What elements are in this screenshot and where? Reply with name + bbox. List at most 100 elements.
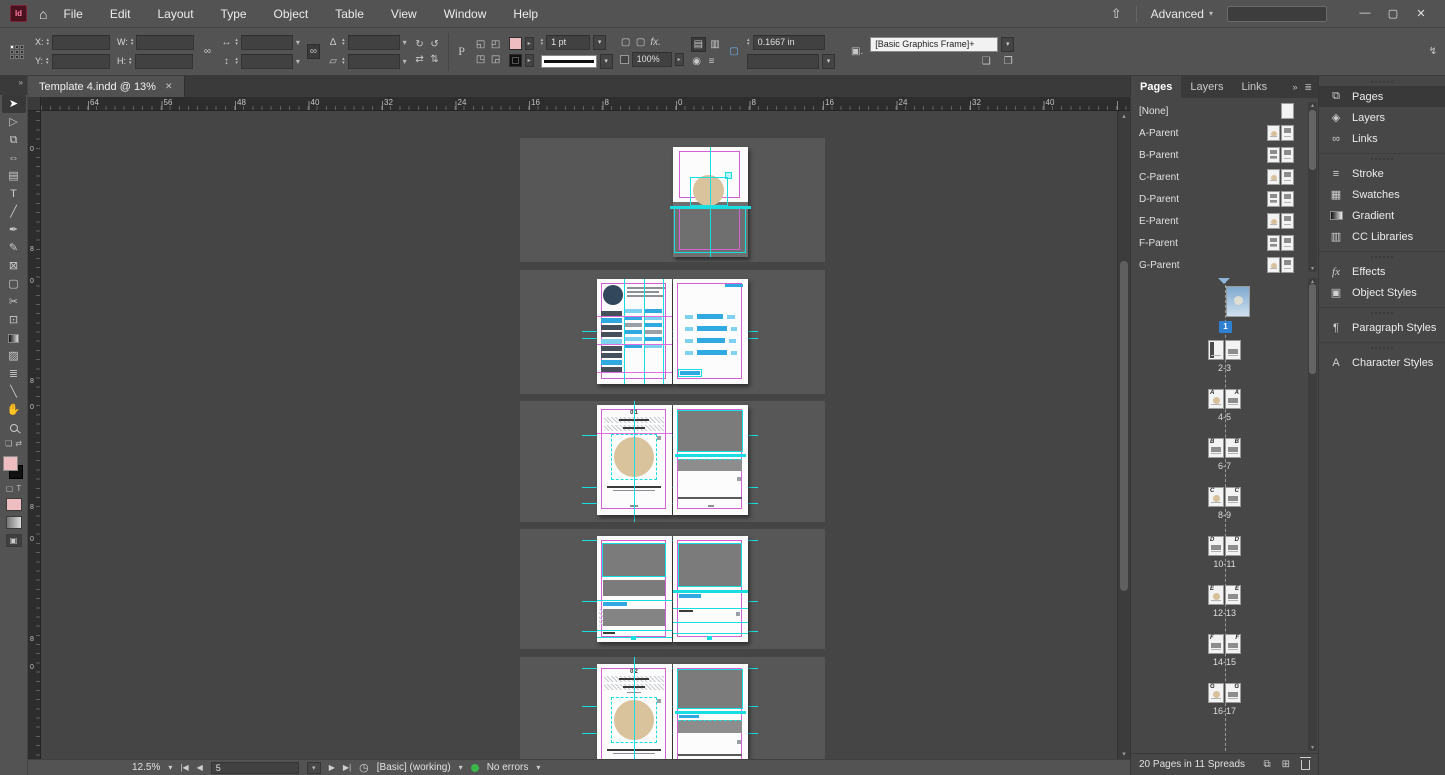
preflight-dropdown-icon[interactable]: ▾: [459, 763, 463, 772]
indesign-app-icon[interactable]: Id: [10, 5, 27, 22]
vertical-ruler[interactable]: 000008888: [28, 111, 41, 759]
spread-thumbnail[interactable]: FF: [1208, 634, 1241, 654]
image-frame[interactable]: [603, 580, 665, 596]
next-page-button[interactable]: ▶: [329, 763, 335, 772]
stroke-weight-dropdown[interactable]: ▾: [593, 35, 606, 50]
w-stepper[interactable]: ▴▾: [131, 38, 134, 46]
swap-fill-stroke-icon[interactable]: ⇄: [15, 439, 22, 448]
menu-item-table[interactable]: Table: [335, 7, 364, 21]
rotate-ccw-button[interactable]: ↺: [429, 39, 441, 50]
dock-item-character-styles[interactable]: ACharacter Styles: [1319, 352, 1445, 373]
tab-pages[interactable]: Pages: [1131, 76, 1181, 98]
menu-item-help[interactable]: Help: [513, 7, 538, 21]
parent-row-e-parent[interactable]: E-Parent: [1131, 210, 1318, 232]
flip-horizontal-button[interactable]: ⇄: [414, 54, 426, 65]
apply-color-button[interactable]: [6, 498, 22, 511]
object-style-dropdown[interactable]: [Basic Graphics Frame]+: [870, 37, 998, 52]
shear-stepper[interactable]: ▴▾: [342, 57, 345, 65]
space-vertical-icon[interactable]: ◱: [475, 39, 487, 50]
clear-overrides-icon[interactable]: ❏: [980, 56, 992, 67]
stroke-weight-field[interactable]: 1 pt: [546, 35, 590, 50]
menu-item-view[interactable]: View: [391, 7, 417, 21]
group-grip[interactable]: [1371, 347, 1393, 349]
dock-item-swatches[interactable]: ▦Swatches: [1319, 184, 1445, 205]
spread-thumbnail[interactable]: EE: [1208, 585, 1241, 605]
spread-thumbnail[interactable]: CC: [1208, 487, 1241, 507]
chevron-down-icon[interactable]: ▾: [296, 38, 300, 47]
page-dropdown-button[interactable]: ▾: [307, 762, 321, 774]
corner-options-icon[interactable]: ▢: [620, 37, 632, 48]
scale-y-field[interactable]: [241, 54, 293, 69]
group-grip[interactable]: [1371, 312, 1393, 314]
menu-item-edit[interactable]: Edit: [110, 7, 131, 21]
previous-page-button[interactable]: ◀: [197, 763, 203, 772]
fill-swatch[interactable]: [3, 456, 18, 471]
formatting-container-icon[interactable]: ▢: [6, 484, 14, 493]
parent-row-g-parent[interactable]: G-Parent: [1131, 254, 1318, 276]
dock-item-pages[interactable]: ⧉Pages: [1319, 86, 1445, 107]
pen-tool[interactable]: ✒: [2, 221, 26, 239]
rotate-cw-button[interactable]: ↻: [414, 39, 426, 50]
dock-item-cc-libraries[interactable]: ▥CC Libraries: [1319, 226, 1445, 247]
dock-item-links[interactable]: ∞Links: [1319, 128, 1445, 149]
edit-page-size-icon[interactable]: ⧉: [1263, 759, 1270, 770]
spread-thumbnail[interactable]: AA: [1208, 389, 1241, 409]
parent-row-none[interactable]: [None]: [1131, 100, 1318, 122]
y-field[interactable]: [52, 54, 110, 69]
dock-item-effects[interactable]: fxEffects: [1319, 261, 1445, 282]
rotation-field[interactable]: [348, 35, 400, 50]
frame-fitting-icon[interactable]: ≡: [706, 56, 718, 67]
shear-field[interactable]: [348, 54, 400, 69]
dock-item-stroke[interactable]: ≡Stroke: [1319, 163, 1445, 184]
caption-frame[interactable]: [678, 459, 742, 471]
content-collector-tool[interactable]: ▤: [2, 167, 26, 185]
page-number-field[interactable]: 5: [211, 762, 299, 774]
close-tab-icon[interactable]: ✕: [165, 81, 173, 92]
rectangle-tool[interactable]: ▢: [2, 275, 26, 293]
stroke-color-swatch[interactable]: [509, 54, 522, 67]
lightning-icon[interactable]: ↯: [1427, 46, 1439, 57]
eyedropper-tool[interactable]: ╲: [2, 383, 26, 401]
chevron-down-icon[interactable]: ▾: [403, 38, 407, 47]
h-stepper[interactable]: ▴▾: [129, 57, 132, 65]
share-icon[interactable]: ⇧: [1111, 6, 1122, 22]
selection-tool[interactable]: ➤: [2, 95, 26, 113]
parent-row-a-parent[interactable]: A-Parent: [1131, 122, 1318, 144]
gutter-field[interactable]: 0.1667 in: [753, 35, 825, 50]
page-item-1[interactable]: 1: [1131, 276, 1318, 338]
gap-tool[interactable]: ⇔: [2, 149, 26, 167]
delete-page-icon[interactable]: [1301, 760, 1310, 770]
spread-thumbnail[interactable]: BB: [1208, 438, 1241, 458]
stroke-flyout-button[interactable]: ▸: [525, 54, 534, 67]
spread-thumbnail[interactable]: GG: [1208, 683, 1241, 703]
fill-color-swatch[interactable]: [509, 37, 522, 50]
stroke-weight-stepper[interactable]: ▴▾: [541, 38, 544, 46]
minimize-button[interactable]: —: [1351, 7, 1379, 20]
menu-item-window[interactable]: Window: [444, 7, 487, 21]
zoom-level[interactable]: 12.5%: [132, 762, 160, 773]
gradient-tool[interactable]: [2, 329, 26, 347]
ruler-origin-corner[interactable]: [28, 97, 41, 110]
group-grip[interactable]: [1371, 256, 1393, 258]
panel-collapse-icon[interactable]: »: [1292, 82, 1297, 92]
caption-frame[interactable]: [678, 720, 742, 733]
menu-item-type[interactable]: Type: [221, 7, 247, 21]
gradient-feather-tool[interactable]: ▨: [2, 347, 26, 365]
formatting-text-icon[interactable]: T: [16, 484, 21, 493]
line-tool[interactable]: ╱: [2, 203, 26, 221]
parent-row-f-parent[interactable]: F-Parent: [1131, 232, 1318, 254]
gutter-stepper[interactable]: ▴▾: [747, 38, 750, 46]
dock-item-object-styles[interactable]: ▣Object Styles: [1319, 282, 1445, 303]
logo-circle[interactable]: [603, 285, 623, 305]
quick-apply-icon[interactable]: ❐: [1002, 56, 1014, 67]
page-7[interactable]: [673, 536, 748, 642]
page-3[interactable]: [673, 279, 748, 384]
canvas-scrollbar[interactable]: ▴ ▾: [1117, 111, 1130, 759]
page-4[interactable]: 01: [597, 405, 672, 515]
free-transform-tool[interactable]: ⊡: [2, 311, 26, 329]
corner-shape-icon[interactable]: ▢: [635, 37, 647, 48]
stroke-style-dropdown-button[interactable]: ▾: [600, 54, 613, 69]
close-button[interactable]: ✕: [1407, 7, 1435, 20]
live-corners-icon[interactable]: ▢: [728, 46, 740, 57]
pages-scrollbar[interactable]: ▴ ▾: [1308, 278, 1317, 751]
